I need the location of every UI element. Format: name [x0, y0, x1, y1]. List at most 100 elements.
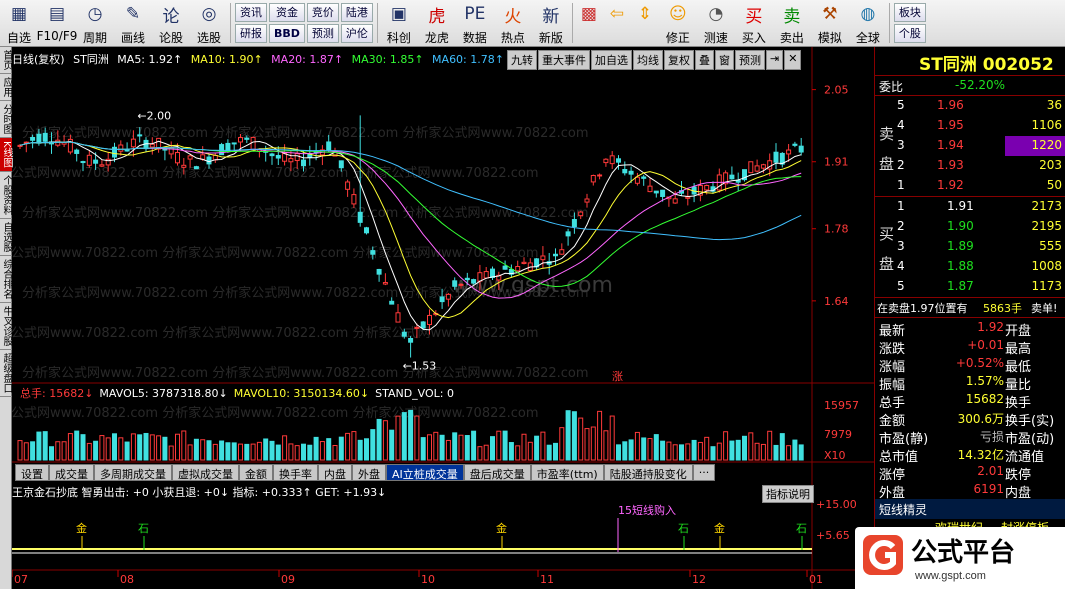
toolbar-far-button[interactable]: 个股 — [893, 24, 926, 43]
toolbar-left-button-2[interactable]: ◷ 周期 — [76, 0, 114, 46]
rail-tab[interactable]: 应用 — [0, 74, 12, 101]
forum-icon: 论 — [162, 6, 180, 27]
volume-bar — [634, 431, 640, 461]
toolbar-grid-button[interactable]: 研报 — [235, 24, 267, 43]
kline-tab[interactable]: 加自选 — [591, 50, 632, 70]
volume-axis-label: 15957 — [824, 399, 859, 412]
toolbar-right-button-0[interactable]: ▩ — [575, 0, 603, 46]
rail-tab[interactable]: 自选股 — [0, 219, 12, 256]
price-tick-label: 2.05 — [824, 84, 849, 97]
volume-bar — [546, 444, 552, 461]
kline-tab[interactable]: 复权 — [664, 50, 694, 70]
volume-bar — [200, 439, 206, 461]
volume-bar — [502, 430, 508, 461]
pin-icon[interactable]: ⇥ — [766, 50, 784, 70]
toolbar-right-button-8[interactable]: ◍ 全球 — [849, 0, 887, 46]
toolbar-right-button-5[interactable]: 买买入 — [735, 0, 773, 46]
volume-bar — [653, 434, 659, 461]
volume-bar — [584, 428, 590, 461]
kline-tab[interactable]: 预测 — [735, 50, 765, 70]
bottom-tab[interactable]: 陆股通持股变化 — [603, 464, 693, 481]
volume-bar — [244, 443, 250, 461]
ask-row: 5 1.96 36 — [875, 96, 1065, 116]
volume-bar — [748, 432, 754, 461]
toolbar-mid-label: 龙虎 — [424, 31, 449, 45]
kline-tab[interactable]: 重大事件 — [538, 50, 590, 70]
toolbar-left-button-3[interactable]: ✎ 画线 — [114, 0, 152, 46]
toolbar-grid-button[interactable]: BBD — [269, 24, 305, 43]
rail-tab[interactable]: 综合排名 — [0, 256, 12, 303]
volume-bar — [742, 435, 747, 461]
volume-bar — [175, 433, 180, 461]
signal-label: 石 — [138, 522, 149, 535]
bottom-tab[interactable]: 金额 — [239, 464, 273, 481]
rail-tab[interactable]: 牛叉诊股 — [0, 303, 12, 350]
bid-level: 1 — [897, 199, 905, 213]
toolbar-mid-button-3[interactable]: 火热点 — [494, 0, 532, 46]
stat-row: 外盘6191内盘9491 — [875, 480, 1065, 501]
volume-bar — [565, 410, 571, 461]
toolbar-left-button-5[interactable]: ◎ 选股 — [190, 0, 228, 46]
bottom-tab[interactable]: 多周期成交量 — [94, 464, 172, 481]
toolbar-right-button-1[interactable]: ⇦ — [603, 0, 631, 46]
kline-chart[interactable]: 2.05 1.91 1.78 1.64 分析家公式网www.70822.com 分析家公… — [12, 47, 874, 589]
indicator-help-button[interactable]: 指标说明 — [762, 485, 814, 503]
rail-tab[interactable]: K线图 — [0, 138, 12, 172]
signal-label: 金 — [496, 521, 507, 535]
candle-body — [420, 321, 426, 329]
volume-bar — [641, 437, 647, 461]
candle-body — [452, 280, 458, 287]
stat-row: 涨幅+0.52%最低1.89 — [875, 354, 1065, 375]
volume-bar — [540, 431, 546, 461]
bottom-tab[interactable]: AI立桩成交量 — [386, 464, 464, 481]
toolbar-right-button-7[interactable]: ⚒ 模拟 — [811, 0, 849, 46]
rail-tab[interactable]: 首页 — [0, 47, 12, 74]
kline-tab[interactable]: 九转 — [507, 50, 537, 70]
stat-row: 涨停2.01跌停1.82 — [875, 462, 1065, 483]
kline-tab[interactable]: 均线 — [633, 50, 663, 70]
bottom-tab[interactable]: 虚拟成交量 — [172, 464, 239, 481]
candle-body — [345, 181, 351, 190]
close-icon[interactable]: ✕ — [784, 50, 802, 70]
toolbar-grid-button[interactable]: 预测 — [306, 24, 339, 43]
toolbar-mid-button-1[interactable]: 虎龙虎 — [418, 0, 456, 46]
signal-label: 金 — [714, 521, 725, 535]
main-chart-area[interactable]: 2.05 1.91 1.78 1.64 分析家公式网www.70822.com 分析家公… — [12, 47, 874, 589]
toolbar-grid-button[interactable]: 资讯 — [235, 3, 267, 22]
toolbar-right-button-4[interactable]: ◔ 测速 — [697, 0, 735, 46]
toolbar-grid-button[interactable]: 沪伦 — [340, 24, 373, 43]
bottom-tab[interactable]: 内盘 — [318, 464, 352, 481]
toolbar-mid-button-0[interactable]: ▣ 科创 — [380, 0, 418, 46]
toolbar-right-button-2[interactable]: ⇕ — [631, 0, 659, 46]
toolbar-grid-button[interactable]: 资金 — [269, 3, 305, 22]
bottom-tab[interactable]: 外盘 — [352, 464, 386, 481]
toolbar-left-button-0[interactable]: ▦ 自选 — [0, 0, 38, 46]
rail-tab[interactable]: 超级盘口 — [0, 350, 12, 397]
bottom-tab[interactable]: 市盈率(ttm) — [530, 464, 604, 481]
volume-bar — [798, 444, 804, 461]
toolbar-far-button[interactable]: 板块 — [893, 3, 926, 22]
toolbar-right-button-6[interactable]: 卖卖出 — [773, 0, 811, 46]
toolbar-grid-button[interactable]: 竞价 — [306, 3, 339, 22]
volume-bar — [42, 431, 48, 461]
bottom-tab[interactable]: ··· — [692, 464, 716, 481]
kline-tab[interactable]: 窗 — [715, 50, 734, 70]
bottom-tab[interactable]: 换手率 — [273, 464, 318, 481]
kline-tab[interactable]: 叠 — [695, 50, 714, 70]
toolbar-mid-button-2[interactable]: PE 数据 — [456, 0, 494, 46]
bottom-tab[interactable]: 成交量 — [49, 464, 94, 481]
candle-body — [754, 165, 760, 172]
toolbar-left-button-1[interactable]: ▤ F10/F9 — [37, 0, 78, 46]
volume-bar — [364, 438, 369, 461]
toolbar-left-button-4[interactable]: 论论股 — [152, 0, 190, 46]
hammer-icon: ⚒ — [822, 4, 838, 24]
bottom-tab[interactable]: 盘后成交量 — [463, 464, 531, 481]
toolbar-mid-label: 数据 — [462, 31, 487, 45]
rail-tab[interactable]: 个股资料 — [0, 172, 12, 219]
toolbar-right-button-3[interactable]: ☺ 修正 — [659, 0, 697, 46]
bottom-tab[interactable]: 设置 — [15, 464, 49, 481]
candle-body — [798, 145, 804, 153]
toolbar-mid-button-4[interactable]: 新新版 — [532, 0, 570, 46]
toolbar-grid-button[interactable]: 陆港 — [340, 3, 373, 22]
rail-tab[interactable]: 分时图 — [0, 101, 12, 138]
